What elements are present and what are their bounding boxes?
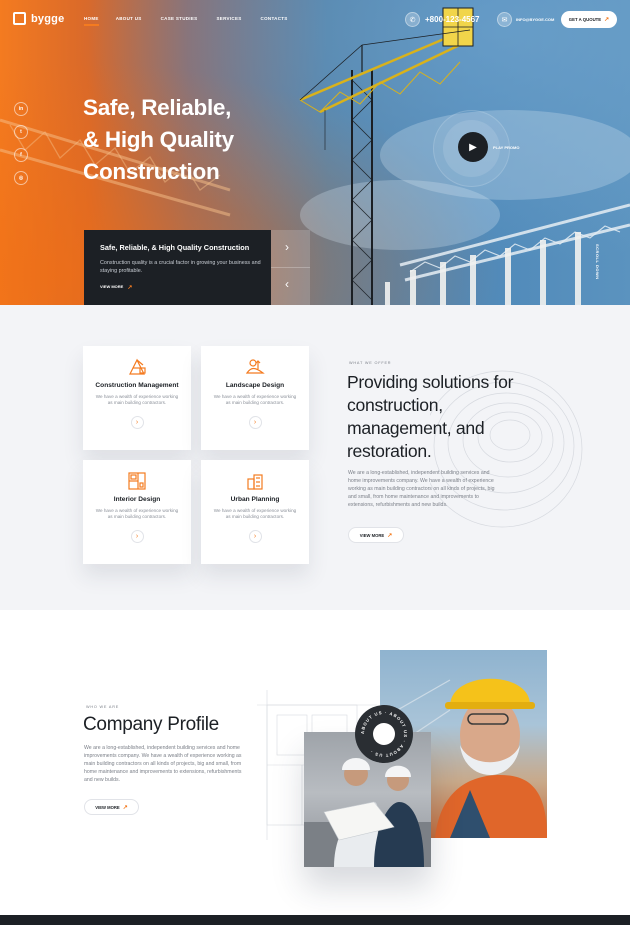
- service-card-text: We have a wealth of experience working a…: [213, 394, 297, 406]
- arrow-right-icon[interactable]: ›: [248, 415, 262, 429]
- arrow-right-icon[interactable]: ›: [130, 529, 144, 543]
- urban-icon: [247, 474, 263, 490]
- service-card-text: We have a wealth of experience working a…: [213, 508, 297, 520]
- play-promo-button[interactable]: ▶: [458, 132, 488, 162]
- nav-item-case-studies[interactable]: CASE STUDIES: [161, 16, 198, 21]
- phone-icon: ✆: [405, 12, 420, 27]
- play-icon: ▶: [469, 141, 477, 153]
- company-profile-section: WHO WE ARE Company Profile We are a long…: [0, 610, 630, 915]
- service-card-title: Construction Management: [95, 382, 179, 389]
- chevron-right-icon[interactable]: ›: [285, 240, 289, 254]
- service-card-urban[interactable]: Urban Planning We have a wealth of exper…: [201, 460, 309, 564]
- arrow-right-icon[interactable]: ›: [130, 415, 144, 429]
- nav-item-about[interactable]: ABOUT US: [116, 16, 142, 21]
- play-promo-label[interactable]: PLAY PROMO: [493, 145, 519, 150]
- hero-title-line: Construction: [83, 159, 220, 184]
- hero-title-line: & High Quality: [83, 127, 234, 152]
- section-heading: Providing solutions for construction, ma…: [347, 372, 514, 461]
- about-us-rotating-badge[interactable]: ABOUT US · ABOUT US · ABOUT US ·: [355, 705, 413, 763]
- phone-contact[interactable]: ✆ +800-123-4567: [405, 12, 480, 27]
- arrow-up-right-icon: ↗: [122, 804, 128, 811]
- brand-name: bygge: [31, 12, 65, 25]
- phone-number: +800-123-4567: [425, 15, 480, 24]
- slide-view-more-label: VIEW MORE: [100, 284, 124, 289]
- section-eyebrow: WHO WE ARE: [86, 705, 120, 709]
- services-section: Construction Management We have a wealth…: [0, 305, 630, 610]
- service-card-title: Interior Design: [113, 496, 161, 503]
- twitter-icon[interactable]: t: [14, 125, 28, 139]
- section-eyebrow: WHAT WE OFFER: [349, 361, 392, 365]
- get-quote-button[interactable]: GET A QUOUTE ↗: [561, 11, 617, 28]
- nav-item-contacts[interactable]: CONTACTS: [261, 16, 288, 21]
- social-links: in t f ◎: [14, 102, 28, 185]
- service-card-text: We have a wealth of experience working a…: [95, 508, 179, 520]
- view-more-button[interactable]: VIEW MORE ↗: [348, 527, 404, 543]
- slide-card-text: Construction quality is a crucial factor…: [100, 260, 261, 274]
- view-more-label: VIEW MORE: [95, 804, 120, 810]
- section-description: We are a long-established, independent b…: [348, 470, 495, 508]
- service-card-title: Urban Planning: [230, 496, 280, 503]
- linkedin-icon[interactable]: in: [14, 102, 28, 116]
- main-menu: HOME ABOUT US CASE STUDIES SERVICES CONT…: [84, 16, 288, 26]
- slide-view-more-link[interactable]: VIEW MORE ↗: [100, 284, 255, 291]
- hero-title: Safe, Reliable, & High Quality Construct…: [83, 92, 283, 188]
- hero-title-line: Safe, Reliable,: [83, 95, 232, 120]
- logo-hexagon-icon: [13, 12, 26, 25]
- service-card-landscape[interactable]: Landscape Design We have a wealth of exp…: [201, 346, 309, 450]
- get-quote-label: GET A QUOUTE: [568, 17, 602, 22]
- slider-controls: › ‹: [271, 230, 310, 305]
- hero-section: bygge HOME ABOUT US CASE STUDIES SERVICE…: [0, 0, 630, 305]
- service-card-text: We have a wealth of experience working a…: [95, 394, 179, 406]
- arrow-up-right-icon: ↗: [387, 532, 393, 539]
- section-description: We are a long-established, independent b…: [84, 745, 242, 783]
- interior-icon: [128, 472, 146, 490]
- facebook-icon[interactable]: f: [14, 148, 28, 162]
- email-address: INFO@BYGGE.COM: [516, 17, 555, 22]
- arrow-up-right-icon: ↗: [127, 285, 133, 291]
- email-contact[interactable]: ✉ INFO@BYGGE.COM: [497, 12, 554, 27]
- instagram-icon[interactable]: ◎: [14, 171, 28, 185]
- arrow-up-right-icon: ↗: [604, 17, 610, 23]
- footer-edge: [0, 915, 630, 925]
- section-heading: Company Profile: [83, 714, 219, 735]
- crane-icon: [129, 358, 146, 375]
- view-more-label: VIEW MORE: [359, 532, 385, 538]
- service-card-construction[interactable]: Construction Management We have a wealth…: [83, 346, 191, 450]
- slide-card-title: Safe, Reliable, & High Quality Construct…: [100, 243, 250, 252]
- scroll-down-label[interactable]: SCROLL DOWN: [595, 244, 600, 280]
- arrow-right-icon[interactable]: ›: [248, 529, 262, 543]
- view-more-button[interactable]: VIEW MORE ↗: [84, 799, 139, 815]
- mail-icon: ✉: [497, 12, 512, 27]
- chevron-left-icon[interactable]: ‹: [285, 277, 289, 291]
- top-navigation: bygge HOME ABOUT US CASE STUDIES SERVICE…: [0, 0, 630, 40]
- hero-slide-card: Safe, Reliable, & High Quality Construct…: [84, 230, 271, 305]
- nav-item-home[interactable]: HOME: [84, 16, 99, 26]
- brand-logo[interactable]: bygge: [13, 12, 64, 25]
- about-us-badge-graphic: ABOUT US · ABOUT US · ABOUT US ·: [360, 710, 407, 758]
- service-card-title: Landscape Design: [225, 382, 285, 389]
- slider-divider: [271, 267, 310, 268]
- service-card-interior[interactable]: Interior Design We have a wealth of expe…: [83, 460, 191, 564]
- landscape-icon: [245, 359, 265, 374]
- nav-item-services[interactable]: SERVICES: [216, 16, 241, 21]
